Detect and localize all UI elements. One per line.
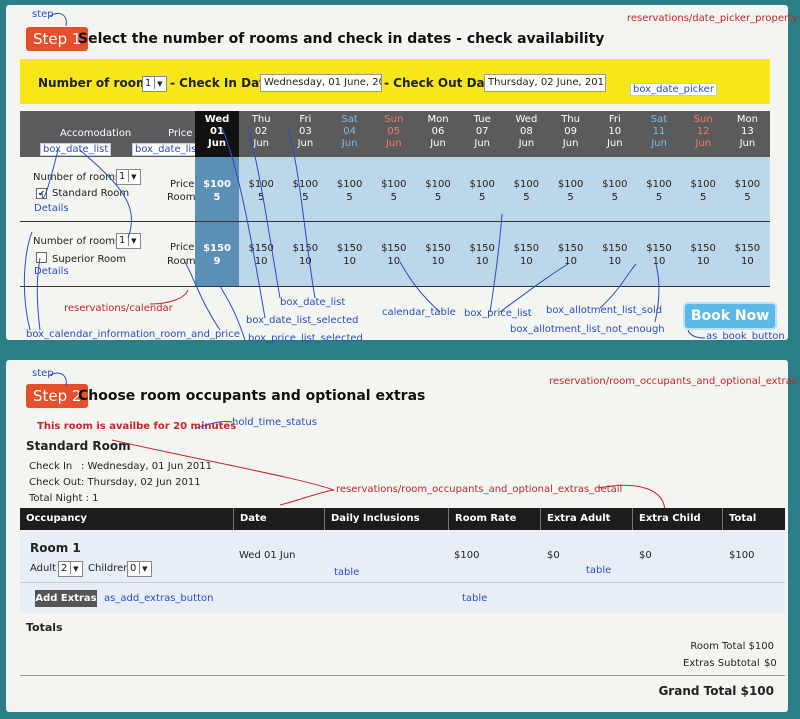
add-extras-button[interactable]: Add Extras xyxy=(35,590,97,607)
adult-value: 2 xyxy=(61,563,68,574)
row-total: $100 xyxy=(729,550,755,561)
row-extra-child: $0 xyxy=(639,550,652,561)
chevron-down-icon: ▼ xyxy=(70,562,80,574)
row-room-rate: $100 xyxy=(454,550,480,561)
col-daily-inclusions: Daily Inclusions xyxy=(325,508,449,530)
col-total: Total xyxy=(729,513,757,524)
totals-heading: Totals xyxy=(26,621,63,634)
col-date: Date xyxy=(234,508,325,530)
col-room-rate: Room Rate xyxy=(449,508,541,530)
extras-subtotal-label: Extras Subtotal xyxy=(683,658,760,669)
row-extra-adult: $0 xyxy=(547,550,560,561)
children-label: Children xyxy=(88,563,130,574)
chevron-down-icon: ▼ xyxy=(139,562,149,574)
col-occupancy: Occupancy xyxy=(20,508,234,530)
table-annotation-2: table xyxy=(586,565,612,576)
row-date: Wed 01 Jun xyxy=(239,550,296,561)
extras-subtotal-value: $0 xyxy=(764,658,777,669)
grand-total: Grand Total $100 xyxy=(658,684,774,698)
table-annotation-1: table xyxy=(334,567,360,578)
adult-label: Adult xyxy=(30,563,57,574)
children-select[interactable]: 0 ▼ xyxy=(127,561,153,577)
table-annotation-3: table xyxy=(462,593,488,604)
occupancy-table-header: Occupancy Date Daily Inclusions Room Rat… xyxy=(20,508,785,530)
col-extra-child: Extra Child xyxy=(633,508,723,530)
adult-select[interactable]: 2 ▼ xyxy=(58,561,84,577)
room1-label: Room 1 xyxy=(30,541,81,555)
children-value: 0 xyxy=(130,563,137,574)
col-extra-adult: Extra Adult xyxy=(541,508,633,530)
room-total: Room Total $100 xyxy=(690,641,774,652)
totals-divider xyxy=(20,675,785,676)
add-extras-annotation: as_add_extras_button xyxy=(104,593,214,604)
